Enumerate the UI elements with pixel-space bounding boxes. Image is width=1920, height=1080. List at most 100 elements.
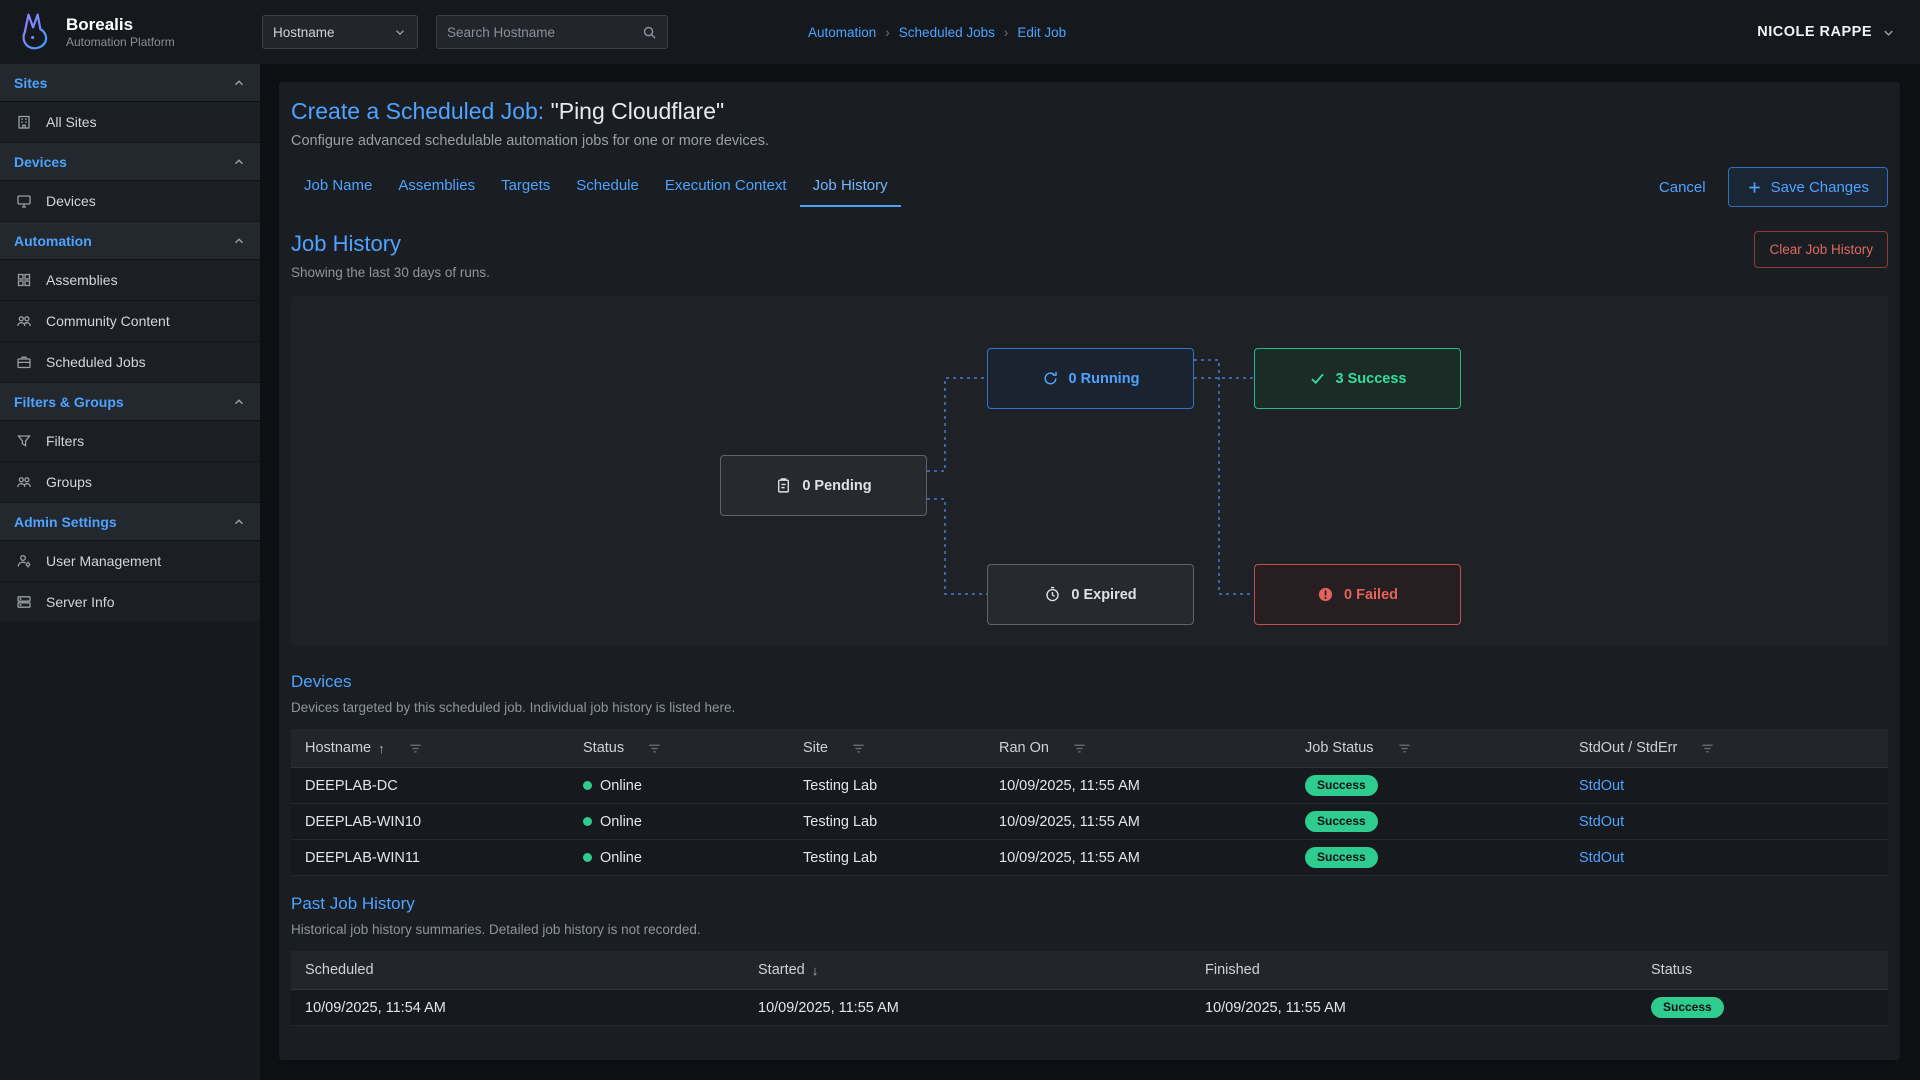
top-bar: Borealis Automation Platform Hostname Au… [0, 0, 1920, 64]
page-title-prefix: Create a Scheduled Job: [291, 98, 544, 124]
search-input[interactable] [447, 25, 642, 40]
save-changes-button[interactable]: Save Changes [1728, 167, 1888, 207]
user-menu[interactable]: NICOLE RAPPE [1757, 24, 1896, 40]
column-header-scheduled[interactable]: Scheduled [291, 962, 744, 978]
brand: Borealis Automation Platform [0, 10, 260, 54]
search-icon [642, 25, 657, 40]
sidebar-item-assemblies[interactable]: Assemblies [0, 260, 260, 301]
sidebar-item-community-content[interactable]: Community Content [0, 301, 260, 342]
tab-assemblies[interactable]: Assemblies [385, 167, 488, 207]
sidebar-item-devices[interactable]: Devices [0, 181, 260, 222]
sidebar-section-label: Filters & Groups [14, 394, 124, 410]
column-header-hostname[interactable]: Hostname ↑ [291, 740, 569, 756]
tab-job-history[interactable]: Job History [800, 167, 901, 207]
hostname-select-value: Hostname [273, 25, 335, 40]
devices-subheading: Devices targeted by this scheduled job. … [291, 700, 1888, 715]
filter-menu-icon[interactable] [1700, 741, 1715, 756]
filter-menu-icon[interactable] [408, 741, 423, 756]
clock-icon [1044, 586, 1061, 603]
breadcrumb-scheduled-jobs[interactable]: Scheduled Jobs [899, 25, 995, 40]
sidebar-section-sites[interactable]: Sites [0, 64, 260, 102]
tab-targets[interactable]: Targets [488, 167, 563, 207]
breadcrumb-automation[interactable]: Automation [808, 25, 876, 40]
sidebar-section-devices[interactable]: Devices [0, 143, 260, 181]
column-header-stdout[interactable]: StdOut / StdErr [1565, 740, 1888, 756]
hostname-cell: DEEPLAB-DC [291, 778, 569, 794]
sidebar-item-filters[interactable]: Filters [0, 421, 260, 462]
stdout-link[interactable]: StdOut [1579, 778, 1624, 794]
hostname-cell: DEEPLAB-WIN10 [291, 814, 569, 830]
stdout-link[interactable]: StdOut [1579, 814, 1624, 830]
sidebar-item-scheduled-jobs[interactable]: Scheduled Jobs [0, 342, 260, 383]
success-count-label: 3 Success [1336, 371, 1407, 387]
sort-asc-icon[interactable]: ↑ [378, 741, 385, 756]
hostname-select[interactable]: Hostname [262, 15, 418, 49]
past-table-header: Scheduled Started ↓ Finished Status [291, 951, 1888, 990]
column-header-status[interactable]: Status [1637, 962, 1888, 978]
table-row: DEEPLAB-WIN10 Online Testing Lab 10/09/2… [291, 804, 1888, 840]
expired-count-label: 0 Expired [1071, 587, 1136, 603]
status-cell: Online [569, 814, 789, 830]
tab-bar: Job Name Assemblies Targets Schedule Exe… [291, 167, 1888, 207]
ran-on-cell: 10/09/2025, 11:55 AM [985, 850, 1291, 866]
breadcrumb-separator: › [885, 25, 890, 40]
column-header-site[interactable]: Site [789, 740, 985, 756]
breadcrumb-edit-job[interactable]: Edit Job [1017, 25, 1066, 40]
sidebar-item-label: Server Info [46, 594, 114, 610]
pending-status-node: 0 Pending [720, 455, 927, 516]
stdout-cell: StdOut [1565, 814, 1888, 830]
hostname-cell: DEEPLAB-WIN11 [291, 850, 569, 866]
plus-icon [1747, 180, 1762, 195]
main-content: Create a Scheduled Job: "Ping Cloudflare… [260, 64, 1920, 1080]
devices-heading: Devices [291, 672, 1888, 692]
job-status-cell: Success [1291, 811, 1565, 832]
chevron-up-icon [232, 155, 246, 169]
breadcrumb: Automation › Scheduled Jobs › Edit Job [808, 25, 1066, 40]
sidebar-section-admin-settings[interactable]: Admin Settings [0, 503, 260, 541]
page-title: Create a Scheduled Job: "Ping Cloudflare… [291, 98, 1888, 125]
tab-schedule[interactable]: Schedule [563, 167, 652, 207]
refresh-icon [1042, 370, 1059, 387]
site-cell: Testing Lab [789, 778, 985, 794]
tab-job-name[interactable]: Job Name [291, 167, 385, 207]
chevron-up-icon [232, 234, 246, 248]
tab-execution-context[interactable]: Execution Context [652, 167, 800, 207]
filter-icon [16, 433, 33, 449]
sidebar-section-filters-groups[interactable]: Filters & Groups [0, 383, 260, 421]
cancel-button[interactable]: Cancel [1659, 179, 1706, 196]
filter-menu-icon[interactable] [1397, 741, 1412, 756]
chevron-down-icon [1881, 25, 1896, 40]
column-header-job-status[interactable]: Job Status [1291, 740, 1565, 756]
edit-job-panel: Create a Scheduled Job: "Ping Cloudflare… [279, 82, 1900, 1060]
clear-job-history-button[interactable]: Clear Job History [1754, 231, 1888, 268]
column-header-started[interactable]: Started ↓ [744, 962, 1191, 978]
filter-menu-icon[interactable] [851, 741, 866, 756]
server-icon [16, 594, 33, 610]
status-badge: Success [1305, 775, 1378, 796]
expired-status-node: 0 Expired [987, 564, 1194, 625]
column-header-finished[interactable]: Finished [1191, 962, 1637, 978]
online-status-dot [583, 817, 592, 826]
job-history-heading: Job History [291, 231, 490, 257]
sidebar-item-label: Groups [46, 474, 92, 490]
sort-desc-icon[interactable]: ↓ [812, 963, 819, 978]
sidebar-section-automation[interactable]: Automation [0, 222, 260, 260]
column-header-status[interactable]: Status [569, 740, 789, 756]
sidebar-item-server-info[interactable]: Server Info [0, 582, 260, 623]
sidebar-item-all-sites[interactable]: All Sites [0, 102, 260, 143]
scheduled-cell: 10/09/2025, 11:54 AM [291, 1000, 744, 1016]
column-header-ran-on[interactable]: Ran On [985, 740, 1291, 756]
sidebar-item-groups[interactable]: Groups [0, 462, 260, 503]
sidebar-section-label: Admin Settings [14, 514, 117, 530]
stdout-cell: StdOut [1565, 778, 1888, 794]
sidebar-item-label: User Management [46, 553, 161, 569]
sidebar-section-label: Automation [14, 233, 92, 249]
stdout-cell: StdOut [1565, 850, 1888, 866]
running-status-node: 0 Running [987, 348, 1194, 409]
sidebar-item-user-management[interactable]: User Management [0, 541, 260, 582]
sidebar-item-label: Community Content [46, 313, 170, 329]
stdout-link[interactable]: StdOut [1579, 850, 1624, 866]
success-status-node: 3 Success [1254, 348, 1461, 409]
filter-menu-icon[interactable] [647, 741, 662, 756]
filter-menu-icon[interactable] [1072, 741, 1087, 756]
